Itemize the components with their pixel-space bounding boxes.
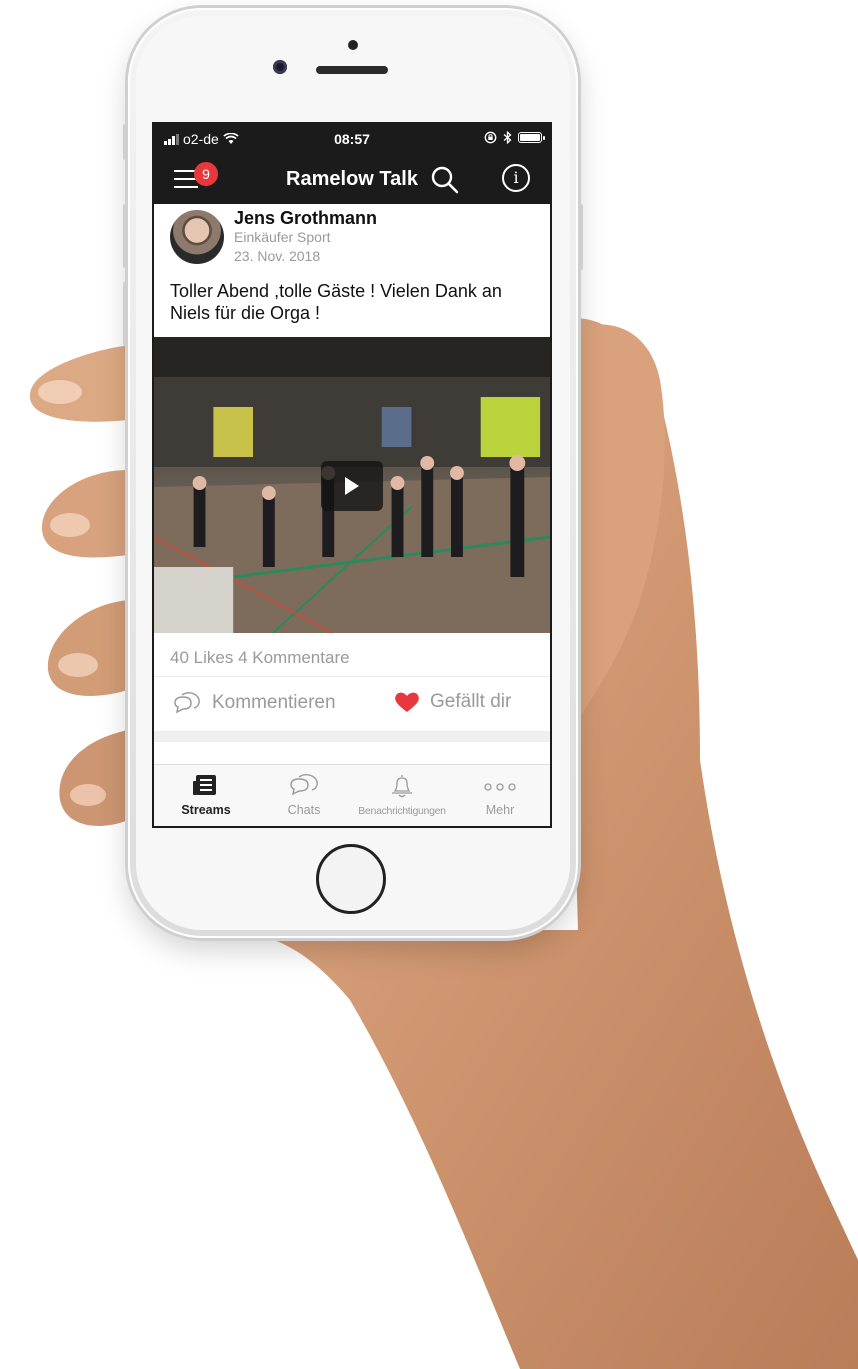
- comment-button[interactable]: Kommentieren: [172, 691, 336, 715]
- likes-count[interactable]: 40 Likes: [170, 648, 233, 667]
- bluetooth-icon: [503, 131, 512, 144]
- author-role: Einkäufer Sport: [234, 229, 331, 245]
- avatar[interactable]: [170, 210, 224, 264]
- bell-icon: [392, 775, 412, 798]
- comment-icon: [174, 691, 200, 714]
- tab-more[interactable]: Mehr: [450, 773, 550, 817]
- play-button[interactable]: [321, 461, 383, 511]
- tab-streams[interactable]: Streams: [156, 773, 256, 817]
- more-dots-icon: [484, 783, 516, 791]
- author-block: Jens Grothmann Einkäufer Sport 23. Nov. …: [234, 208, 377, 266]
- proximity-sensor: [348, 40, 358, 50]
- tab-label-notifications: Benachrichtigungen: [358, 805, 446, 817]
- app-screen: o2-de 08:57 9 Ramelow Talk i Jens Grothm…: [152, 122, 552, 828]
- tab-label-streams: Streams: [181, 803, 231, 817]
- comment-label: Kommentieren: [212, 692, 336, 713]
- orientation-lock-icon: [484, 131, 497, 144]
- earpiece-speaker: [316, 66, 388, 74]
- heart-icon: [395, 692, 419, 712]
- tab-bar: Streams Chats Benachrichtigungen Mehr: [154, 764, 550, 826]
- like-button[interactable]: Gefällt dir: [394, 691, 511, 713]
- post-actions: Kommentieren Gefällt dir: [154, 676, 550, 732]
- tab-chats[interactable]: Chats: [254, 773, 354, 817]
- post-date: 23. Nov. 2018: [234, 248, 321, 264]
- search-icon[interactable]: [430, 165, 460, 195]
- tab-label-chats: Chats: [287, 803, 321, 817]
- home-button[interactable]: [316, 844, 386, 914]
- post-stats: 40 Likes 4 Kommentare: [170, 648, 350, 668]
- newspaper-icon: [193, 775, 216, 795]
- play-icon: [345, 477, 359, 495]
- status-right: [484, 131, 545, 144]
- front-camera: [273, 60, 287, 74]
- app-title: Ramelow Talk: [286, 168, 418, 190]
- author-name[interactable]: Jens Grothmann: [234, 208, 377, 228]
- tab-label-more: Mehr: [485, 803, 515, 817]
- status-bar: o2-de 08:57: [154, 124, 550, 154]
- volume-up-button[interactable]: [123, 204, 128, 268]
- info-icon[interactable]: i: [502, 164, 530, 192]
- post-separator: [154, 732, 550, 742]
- mute-switch[interactable]: [123, 124, 128, 160]
- chat-bubbles-icon: [290, 774, 318, 796]
- comments-count[interactable]: 4 Kommentare: [238, 648, 350, 667]
- stream-feed[interactable]: Jens Grothmann Einkäufer Sport 23. Nov. …: [154, 204, 550, 764]
- nav-bar: 9 Ramelow Talk i: [154, 154, 550, 204]
- volume-down-button[interactable]: [123, 282, 128, 346]
- power-button[interactable]: [578, 204, 583, 270]
- post-video[interactable]: [154, 337, 550, 633]
- tab-notifications[interactable]: Benachrichtigungen: [352, 773, 452, 817]
- battery-icon: [518, 132, 545, 143]
- like-label: Gefällt dir: [430, 691, 512, 712]
- post-text: Toller Abend ,tolle Gäste ! Vielen Dank …: [170, 281, 502, 323]
